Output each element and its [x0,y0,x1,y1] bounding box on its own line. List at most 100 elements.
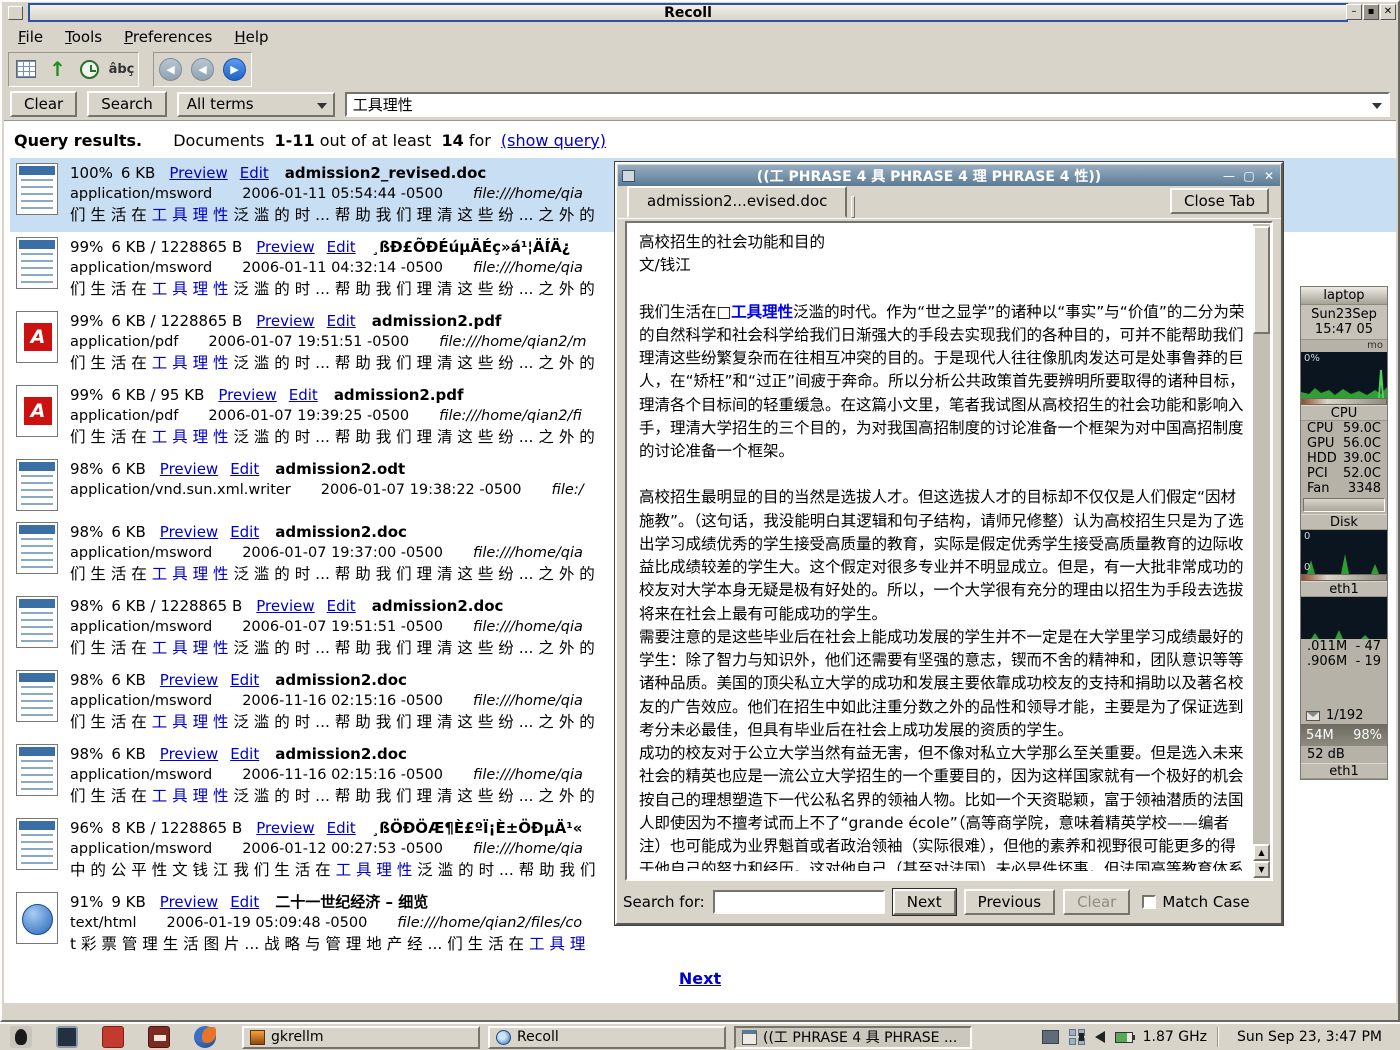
menu-help[interactable]: Help [224,25,278,49]
green-up-arrow-icon: ↑ [49,59,66,79]
preview-link[interactable]: Preview [256,238,314,256]
net-tx-readout: .906M- 19 [1301,654,1387,669]
taskbar-task[interactable]: gkrellm [242,1026,480,1049]
keyboard-layout-icon[interactable] [1042,1030,1059,1044]
preview-link[interactable]: Preview [256,597,314,615]
taskbar-clock[interactable]: Sun Sep 23, 3:47 PM [1229,1029,1390,1045]
edit-link[interactable]: Edit [230,745,259,763]
preview-text: 高校招生的社会功能和目的文/钱江我们生活在□工具理性泛滥的时代。作为“世之显学”… [639,231,1245,871]
edit-link[interactable]: Edit [327,312,356,330]
edit-link[interactable]: Edit [327,819,356,837]
page-first-button[interactable]: ◀ [156,55,185,84]
edit-link[interactable]: Edit [230,460,259,478]
result-snippet: 们 生 活 在 工 具 理 性 泛 滥 的 时 ... 帮 助 我 们 理 清 … [70,638,595,659]
maximize-icon[interactable]: ▪ [1363,4,1379,20]
table-icon [16,60,36,78]
result-snippet: t 彩 票 管 理 生 活 图 片 ... 战 略 与 管 理 地 产 经 ..… [70,934,585,955]
query-history-chevron-icon[interactable] [1372,103,1382,109]
window-menu-icon[interactable] [8,6,23,20]
preview-next-button[interactable]: Next [893,889,956,915]
results-header: Query results. Documents 1-11 out of at … [4,121,1396,158]
edit-link[interactable]: Edit [289,386,318,404]
doc-file-icon [16,163,58,215]
result-relevance: 96% [70,819,103,837]
search-button[interactable]: Search [87,91,167,117]
preview-text-panel[interactable]: 高校招生的社会功能和目的文/钱江我们生活在□工具理性泛滥的时代。作为“世之显学”… [625,221,1273,881]
sensor-readout: HDD39.0C [1301,451,1387,466]
preview-link[interactable]: Preview [256,819,314,837]
sort-parameters-button[interactable] [11,55,40,84]
preview-link[interactable]: Preview [160,460,218,478]
preview-search-input[interactable] [713,890,885,914]
document-history-button[interactable] [75,55,104,84]
volume-icon[interactable] [1095,1031,1105,1043]
window-titlebar[interactable]: Recoll – ▪ ✕ [2,2,1398,24]
disk-krell-meter [1301,574,1387,581]
terminal-launcher-icon[interactable] [56,1026,78,1048]
preview-tab[interactable]: admission2...evised.doc [627,186,847,218]
menu-preferences[interactable]: Preferences [114,25,222,49]
preview-link[interactable]: Preview [169,164,227,182]
next-page-link[interactable]: Next [679,969,721,988]
results-header-title: Query results. [14,131,142,150]
taskbar-task[interactable]: Recoll [488,1026,726,1049]
gkrellm-panel[interactable]: laptop Sun23Sep 15:47 05 mo 0% CPU CPU59… [1300,286,1388,780]
preview-window-menu-icon[interactable] [622,170,635,182]
edit-link[interactable]: Edit [230,523,259,541]
task-buttons: gkrellm Recoll ((工 PHRASE 4 具 PHRASE ... [242,1026,972,1049]
show-query-link[interactable]: (show query) [501,131,606,150]
menu-file[interactable]: File [8,25,53,49]
close-icon[interactable]: ✕ [1380,4,1396,20]
preview-close-icon[interactable]: ✕ [1262,169,1276,183]
preview-titlebar[interactable]: ((工 PHRASE 4 具 PHRASE 4 理 PHRASE 4 性)) —… [618,165,1280,186]
red-app-launcher-icon[interactable] [102,1026,124,1048]
preview-link[interactable]: Preview [160,523,218,541]
edit-link[interactable]: Edit [327,238,356,256]
result-relevance: 91% [70,893,103,911]
preview-minimize-icon[interactable]: — [1222,169,1236,183]
battery-icon[interactable] [1115,1032,1133,1043]
disk-scale-top: 0 [1304,531,1310,542]
preview-clear-button[interactable]: Clear [1063,889,1130,915]
edit-link[interactable]: Edit [240,164,269,182]
preview-maximize-icon[interactable]: ▢ [1242,169,1256,183]
preview-paragraph: 高校招生最明显的目的当然是选拔人才。但这选拔人才的目标却不仅仅是人们假定“因材施… [639,486,1245,626]
preview-link[interactable]: Preview [160,671,218,689]
term-explorer-button[interactable]: âbç [107,55,136,84]
mail-count: 1/192 [1326,708,1363,723]
sort-by-date-button[interactable]: ↑ [43,55,72,84]
minimize-icon[interactable]: – [1346,4,1362,20]
match-case-checkbox[interactable] [1142,895,1156,909]
sensor-readout: Fan3348 [1301,481,1387,496]
preview-scrollbar[interactable]: ▲ ▼ [1253,224,1270,878]
menu-tools[interactable]: Tools [55,25,112,49]
firefox-launcher-icon[interactable] [194,1026,216,1048]
preview-previous-button[interactable]: Previous [964,889,1055,915]
result-title: ¸ßĐ£ÕĐÉúµÄÉç»á¹¦ÄܺÍÄ¿ [372,238,571,256]
query-input[interactable] [347,95,1364,113]
preview-link[interactable]: Preview [256,312,314,330]
preview-link[interactable]: Preview [160,893,218,911]
search-mode-combo[interactable]: All terms [177,92,335,117]
edit-link[interactable]: Edit [327,597,356,615]
footprint-launcher-icon[interactable] [10,1026,32,1048]
page-prev-button[interactable]: ◀ [188,55,217,84]
scroll-down-icon[interactable]: ▼ [1253,861,1270,878]
close-tab-button[interactable]: Close Tab [1170,188,1269,214]
taskbar-task[interactable]: ((工 PHRASE 4 具 PHRASE ... [734,1026,972,1049]
edit-link[interactable]: Edit [230,671,259,689]
result-date: 2006-01-11 04:32:14 -0500 [242,260,443,276]
preview-link[interactable]: Preview [218,386,276,404]
chevron-down-icon [317,103,327,109]
results-middle: out of at least [320,131,432,150]
scrollbar-thumb[interactable] [1253,226,1270,334]
maroon-app-launcher-icon[interactable] [148,1026,170,1048]
gkrellm-hostname: laptop [1301,287,1387,305]
clear-button[interactable]: Clear [10,91,77,117]
edit-link[interactable]: Edit [230,893,259,911]
result-size: 6 KB / 1228865 B [111,597,242,615]
page-next-button[interactable]: ▶ [220,55,249,84]
preview-link[interactable]: Preview [160,745,218,763]
pdf-file-icon: A [16,385,58,437]
scroll-up-icon[interactable]: ▲ [1253,844,1270,861]
